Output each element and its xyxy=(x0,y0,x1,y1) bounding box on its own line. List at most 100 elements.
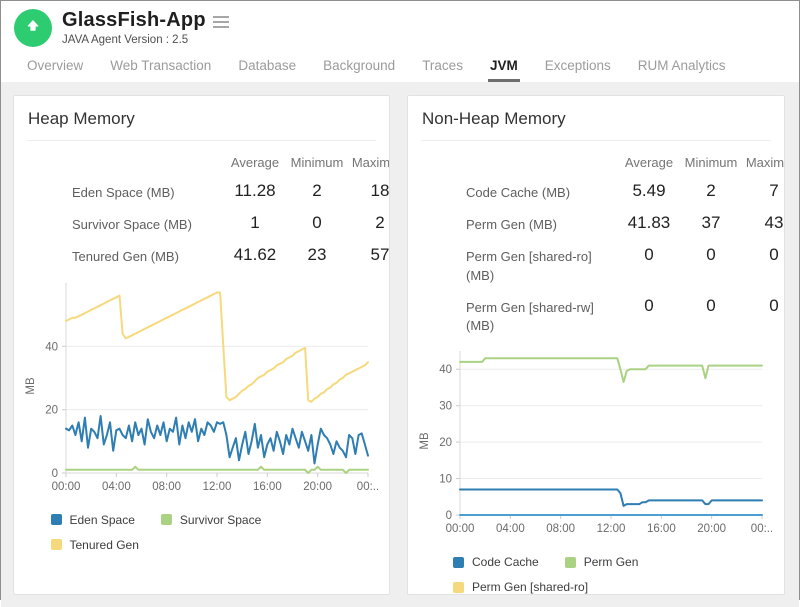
svg-text:00:00: 00:00 xyxy=(52,481,81,493)
row-maximum: 7 xyxy=(742,170,785,201)
legend-item[interactable]: Tenured Gen xyxy=(51,538,139,552)
legend-label: Perm Gen [shared-ro] xyxy=(472,580,588,594)
tab-overview[interactable]: Overview xyxy=(25,58,85,82)
tab-exceptions[interactable]: Exceptions xyxy=(543,58,613,82)
row-average: 0 xyxy=(618,285,680,316)
row-label: Eden Space (MB) xyxy=(72,170,224,202)
heap-stats-table: Average Minimum Maximum Eden Space (MB) … xyxy=(14,141,389,267)
heap-chart-legend: Eden Space Survivor Space Tenured Gen xyxy=(51,513,353,552)
row-average: 5.49 xyxy=(618,170,680,201)
row-maximum: 0 xyxy=(742,234,785,265)
table-row: Perm Gen [shared-rw] (MB) 0 0 0 xyxy=(466,285,784,335)
heap-memory-chart[interactable]: 0204000:0004:0008:0012:0016:0020:0000:..… xyxy=(20,275,389,499)
row-label: Tenured Gen (MB) xyxy=(72,234,224,266)
column-header-minimum: Minimum xyxy=(286,147,348,170)
legend-label: Perm Gen xyxy=(584,555,639,569)
svg-text:20:00: 20:00 xyxy=(697,523,726,535)
legend-item[interactable]: Code Cache xyxy=(453,555,539,569)
svg-text:04:00: 04:00 xyxy=(102,481,131,493)
table-header-row: Average Minimum Maximum xyxy=(72,147,389,170)
legend-swatch xyxy=(161,514,172,525)
legend-item[interactable]: Survivor Space xyxy=(161,513,261,527)
legend-swatch xyxy=(565,557,576,568)
row-average: 1 xyxy=(224,202,286,233)
up-arrow-icon xyxy=(23,16,43,41)
svg-text:00:..: 00:.. xyxy=(751,523,772,535)
svg-text:20:00: 20:00 xyxy=(303,481,332,493)
row-maximum: 18 xyxy=(348,170,390,201)
tab-rum-analytics[interactable]: RUM Analytics xyxy=(636,58,728,82)
row-minimum: 0 xyxy=(680,234,742,265)
non-heap-chart-legend: Code Cache Perm Gen Perm Gen [shared-ro]… xyxy=(453,555,739,595)
tab-bar: Overview Web Transaction Database Backgr… xyxy=(14,47,799,82)
legend-label: Survivor Space xyxy=(180,513,261,527)
svg-text:0: 0 xyxy=(446,510,452,522)
row-minimum: 0 xyxy=(286,202,348,233)
svg-text:MB: MB xyxy=(25,377,37,395)
tab-web-transaction[interactable]: Web Transaction xyxy=(108,58,213,82)
legend-label: Tenured Gen xyxy=(70,538,139,552)
svg-text:00:00: 00:00 xyxy=(446,523,475,535)
app-status-icon xyxy=(14,9,52,47)
app-header: GlassFish-App JAVA Agent Version : 2.5 O… xyxy=(1,1,799,82)
tab-background[interactable]: Background xyxy=(321,58,397,82)
column-header-average: Average xyxy=(618,147,680,170)
svg-text:08:00: 08:00 xyxy=(546,523,575,535)
row-label: Perm Gen (MB) xyxy=(466,202,618,234)
table-row: Survivor Space (MB) 1 0 2 xyxy=(72,202,389,234)
hamburger-menu-icon[interactable] xyxy=(213,13,229,31)
legend-item[interactable]: Perm Gen xyxy=(565,555,639,569)
row-maximum: 57 xyxy=(348,234,390,265)
column-header-minimum: Minimum xyxy=(680,147,742,170)
table-header-row: Average Minimum Maximum xyxy=(466,147,784,170)
agent-version-label: JAVA Agent Version : 2.5 xyxy=(62,34,229,46)
table-row: Eden Space (MB) 11.28 2 18 xyxy=(72,170,389,202)
legend-label: Eden Space xyxy=(70,513,135,527)
legend-swatch xyxy=(51,514,62,525)
legend-swatch xyxy=(453,582,464,593)
tab-database[interactable]: Database xyxy=(236,58,298,82)
svg-text:08:00: 08:00 xyxy=(152,481,181,493)
column-header-maximum: Maximum xyxy=(742,147,785,170)
svg-text:0: 0 xyxy=(52,468,58,480)
svg-text:20: 20 xyxy=(45,404,58,416)
row-average: 41.83 xyxy=(618,202,680,233)
row-maximum: 2 xyxy=(348,202,390,233)
page-title: GlassFish-App xyxy=(62,9,206,32)
legend-swatch xyxy=(453,557,464,568)
svg-text:40: 40 xyxy=(45,341,58,353)
row-label: Perm Gen [shared-rw] (MB) xyxy=(466,285,618,335)
column-header-average: Average xyxy=(224,147,286,170)
row-maximum: 43 xyxy=(742,202,785,233)
tab-traces[interactable]: Traces xyxy=(420,58,465,82)
svg-text:16:00: 16:00 xyxy=(253,481,282,493)
table-row: Code Cache (MB) 5.49 2 7 xyxy=(466,170,784,202)
svg-text:30: 30 xyxy=(439,401,452,413)
legend-label: Code Cache xyxy=(472,555,539,569)
heap-panel-title: Heap Memory xyxy=(14,96,389,140)
legend-swatch xyxy=(51,539,62,550)
table-row: Tenured Gen (MB) 41.62 23 57 xyxy=(72,234,389,266)
jvm-dashboard: { "app": { "title": "GlassFish-App", "su… xyxy=(0,0,800,600)
legend-item[interactable]: Perm Gen [shared-ro] xyxy=(453,580,588,594)
non-heap-stats-table: Average Minimum Maximum Code Cache (MB) … xyxy=(408,141,784,335)
tab-jvm[interactable]: JVM xyxy=(488,58,520,82)
row-minimum: 37 xyxy=(680,202,742,233)
svg-text:MB: MB xyxy=(419,432,431,450)
svg-text:04:00: 04:00 xyxy=(496,523,525,535)
row-label: Survivor Space (MB) xyxy=(72,202,224,234)
row-minimum: 2 xyxy=(286,170,348,201)
non-heap-memory-chart[interactable]: 01020304000:0004:0008:0012:0016:0020:000… xyxy=(414,343,784,541)
row-label: Perm Gen [shared-ro] (MB) xyxy=(466,234,618,284)
dashboard-body: Heap Memory Average Minimum Maximum Eden… xyxy=(1,82,799,607)
row-minimum: 2 xyxy=(680,170,742,201)
row-average: 11.28 xyxy=(224,170,286,201)
legend-item[interactable]: Eden Space xyxy=(51,513,135,527)
row-maximum: 0 xyxy=(742,285,785,316)
svg-text:10: 10 xyxy=(439,474,452,486)
table-row: Perm Gen [shared-ro] (MB) 0 0 0 xyxy=(466,234,784,284)
row-average: 0 xyxy=(618,234,680,265)
column-header-maximum: Maximum xyxy=(348,147,390,170)
heap-memory-panel: Heap Memory Average Minimum Maximum Eden… xyxy=(13,95,390,595)
svg-text:40: 40 xyxy=(439,364,452,376)
